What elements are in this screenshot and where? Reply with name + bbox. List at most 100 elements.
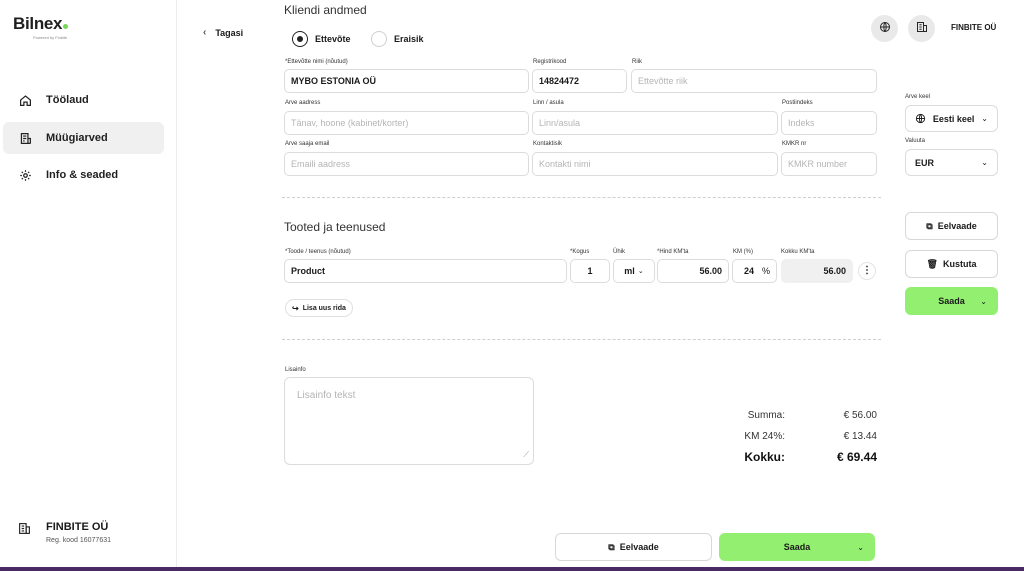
sidebar: Bilnex Powered by Finbite Töölaud Müügia… xyxy=(0,0,177,571)
delete-label: Kustuta xyxy=(942,259,977,269)
company-switch-button[interactable] xyxy=(908,15,935,42)
contact-field[interactable]: Kontakti nimi xyxy=(532,152,778,176)
col-unit: Ühik xyxy=(613,249,626,255)
vat-label: KM 24%: xyxy=(744,431,785,442)
city-field[interactable]: Linn/asula xyxy=(532,111,778,135)
send-button[interactable]: Saada ⌄ xyxy=(905,287,998,315)
postal-label: Postiindeks xyxy=(782,100,813,106)
extra-info-placeholder: Lisainfo tekst xyxy=(297,390,356,401)
globe-icon xyxy=(879,20,891,38)
radio-eraisik[interactable]: Eraisik xyxy=(371,31,424,47)
company-name: FINBITE OÜ xyxy=(46,521,109,533)
extra-info-label: Lisainfo xyxy=(285,367,306,373)
radio-label: Ettevõte xyxy=(315,34,351,44)
trash-icon: 🗑 xyxy=(926,258,938,269)
building-icon xyxy=(18,522,32,536)
contact-label: Kontaktisik xyxy=(533,141,563,147)
language-value: Eesti keel xyxy=(932,113,975,124)
globe-icon xyxy=(915,113,926,124)
company-name-label: *Ettevõtte nimi (nõutud) xyxy=(285,59,348,65)
email-field[interactable]: Emaili aadress xyxy=(284,152,529,176)
unit-value: ml xyxy=(624,266,635,276)
currency-label: Valuuta xyxy=(905,138,925,144)
logo-text: Bilnex xyxy=(13,14,63,33)
back-link[interactable]: ‹ Tagasi xyxy=(203,27,243,38)
language-label: Arve keel xyxy=(905,94,931,100)
col-total: Kokku KM'ta xyxy=(781,249,815,255)
sidebar-item-toolaud[interactable]: Töölaud xyxy=(3,84,164,116)
kmkr-field[interactable]: KMKR number xyxy=(781,152,877,176)
header-company-name[interactable]: FINBITE OÜ xyxy=(951,23,996,32)
logo-dot xyxy=(63,24,69,29)
bottom-preview-button[interactable]: ⧉ Eelvaade xyxy=(555,533,712,561)
product-unit-select[interactable]: ml ⌄ xyxy=(613,259,655,283)
address-field[interactable]: Tänav, hoone (kabinet/korter) xyxy=(284,111,529,135)
row-menu-icon[interactable]: ⋮ xyxy=(858,262,876,280)
back-label: Tagasi xyxy=(215,27,244,38)
invoice-icon xyxy=(18,131,32,145)
sidebar-company[interactable]: FINBITE OÜ Reg. kood 16077631 xyxy=(18,521,111,544)
chevron-down-icon: ⌄ xyxy=(981,114,988,123)
section-divider xyxy=(282,197,881,198)
reg-code-label: Registrikood xyxy=(533,59,567,65)
reg-code-field[interactable]: 14824472 xyxy=(532,69,627,93)
add-row-button[interactable]: ↪ Lisa uus rida xyxy=(285,299,353,317)
bottom-send-button[interactable]: Saada ⌄ xyxy=(719,533,875,561)
radio-ettevote[interactable]: Ettevõte xyxy=(292,31,351,47)
send-label: Saada xyxy=(938,296,965,306)
col-vat: KM (%) xyxy=(733,249,753,255)
sum-label: Summa: xyxy=(747,410,785,421)
section-divider xyxy=(282,339,881,340)
sidebar-item-label: Töölaud xyxy=(46,94,89,106)
product-qty-field[interactable]: 1 xyxy=(570,259,610,283)
chevron-left-icon: ‹ xyxy=(203,27,207,38)
chevron-down-icon: ⌄ xyxy=(980,296,987,306)
preview-label: Eelvaade xyxy=(937,221,977,231)
external-link-icon: ⧉ xyxy=(608,541,615,552)
logo[interactable]: Bilnex Powered by Finbite xyxy=(13,14,69,40)
company-name-field[interactable]: MYBO ESTONIA OÜ xyxy=(284,69,529,93)
extra-info-textarea[interactable]: Lisainfo tekst ⟋ xyxy=(284,377,534,465)
chevron-down-icon: ⌄ xyxy=(857,542,864,552)
vat-value: € 13.44 xyxy=(843,431,877,442)
preview-button[interactable]: ⧉ Eelvaade xyxy=(905,212,998,240)
product-total-field: 56.00 xyxy=(781,259,853,283)
country-field[interactable]: Ettevõtte riik xyxy=(631,69,877,93)
add-row-label: Lisa uus rida xyxy=(302,304,346,312)
currency-value: EUR xyxy=(915,157,935,168)
bottom-preview-label: Eelvaade xyxy=(619,542,659,552)
products-section-title: Tooted ja teenused xyxy=(284,220,386,234)
resize-handle-icon[interactable]: ⟋ xyxy=(523,450,529,460)
bottom-send-label: Saada xyxy=(783,542,811,552)
postal-field[interactable]: Indeks xyxy=(781,111,877,135)
kmkr-label: KMKR nr xyxy=(782,141,807,147)
logo-tagline: Powered by Finbite xyxy=(33,35,68,40)
col-product: *Toode / teenus (nõutud) xyxy=(285,249,351,255)
product-price-field[interactable]: 56.00 xyxy=(657,259,729,283)
sidebar-item-muugiarved[interactable]: Müügiarved xyxy=(3,122,164,154)
product-vat-field[interactable]: 24 % xyxy=(732,259,777,283)
radio-label: Eraisik xyxy=(394,34,424,44)
sidebar-item-label: Müügiarved xyxy=(46,132,108,144)
chevron-down-icon: ⌄ xyxy=(981,158,988,167)
company-reg-code: Reg. kood 16077631 xyxy=(46,537,111,544)
currency-select[interactable]: EUR ⌄ xyxy=(905,149,998,176)
external-link-icon: ⧉ xyxy=(926,220,933,231)
radio-unselected-icon xyxy=(371,31,387,47)
delete-button[interactable]: 🗑 Kustuta xyxy=(905,250,998,278)
gear-icon xyxy=(18,168,32,182)
bottom-bar xyxy=(0,567,1024,571)
address-label: Arve aadress xyxy=(285,100,321,106)
vat-percent: % xyxy=(761,266,770,276)
city-label: Linn / asula xyxy=(533,100,564,106)
globe-button[interactable] xyxy=(871,15,898,42)
sidebar-item-info-seaded[interactable]: Info & seaded xyxy=(3,159,164,191)
total-value: € 69.44 xyxy=(836,450,877,464)
vat-value: 24 xyxy=(744,266,755,276)
total-label: Kokku: xyxy=(744,450,785,464)
radio-selected-icon xyxy=(292,31,308,47)
language-select[interactable]: Eesti keel ⌄ xyxy=(905,105,998,132)
product-name-field[interactable]: Product xyxy=(284,259,567,283)
chevron-down-icon: ⌄ xyxy=(637,268,644,275)
client-section-title: Kliendi andmed xyxy=(284,3,367,17)
